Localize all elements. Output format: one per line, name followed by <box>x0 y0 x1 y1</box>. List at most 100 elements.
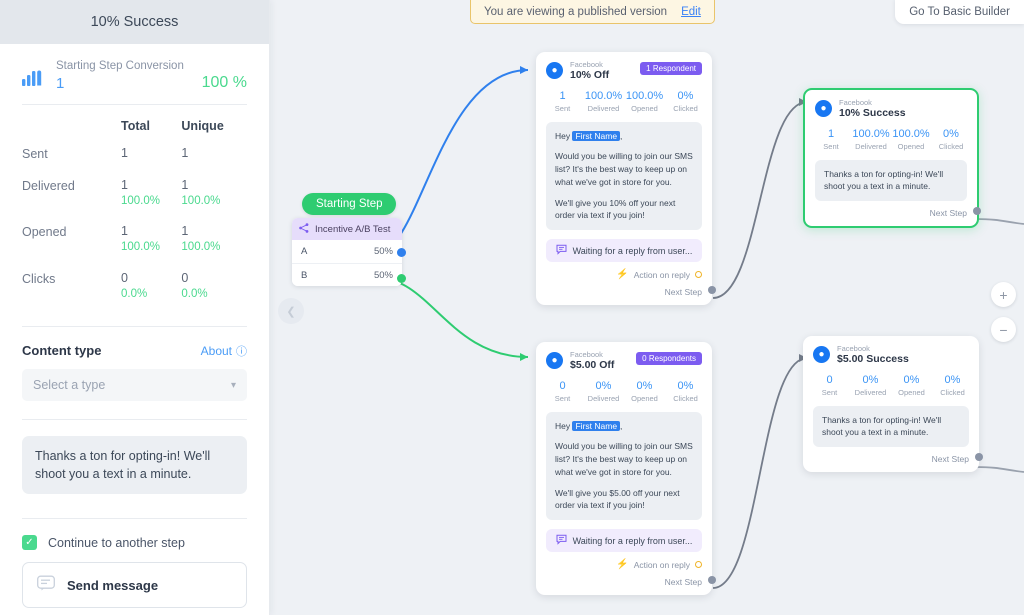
card-metrics: 0 Sent 0% Delivered 0% Opened 0% Clicked <box>536 375 712 406</box>
zoom-out-button[interactable]: − <box>991 317 1016 342</box>
waiting-text: Waiting for a reply from user... <box>572 535 693 546</box>
edit-link[interactable]: Edit <box>681 6 701 18</box>
flow-card-5-off[interactable]: ● Facebook $5.00 Off 0 Respondents 0 Sent 0% De… <box>536 342 716 596</box>
action-port[interactable] <box>695 271 702 279</box>
card-channel: Facebook <box>837 344 870 353</box>
basic-builder-label: Go To Basic Builder <box>909 5 1010 18</box>
metric-value: 100.0% <box>584 89 623 102</box>
stat-name: Delivered <box>22 179 75 193</box>
stat-total: 0 0.0% <box>121 270 148 300</box>
metric-value: 0 <box>826 373 833 386</box>
next-step-row[interactable]: Next Step <box>803 447 979 472</box>
metric: 1 Sent <box>542 90 583 113</box>
action-on-reply-row[interactable]: ⚡ Action on reply <box>536 552 712 570</box>
ab-variant-row[interactable]: B 50% <box>292 263 402 286</box>
facebook-messenger-icon: ● <box>813 346 830 363</box>
message-lines-icon <box>37 575 55 596</box>
conversion-label: Starting Step Conversion <box>56 60 184 72</box>
go-to-basic-builder-button[interactable]: Go To Basic Builder <box>895 0 1024 24</box>
table-row: Delivered 1 100.0% 1 100.0% <box>22 177 247 223</box>
metric: 100.0% Delivered <box>583 90 624 113</box>
share-split-icon <box>299 220 309 238</box>
card-title: 10% Off <box>570 69 610 82</box>
message-body-2: We'll give you $5.00 off your next order… <box>555 487 680 511</box>
facebook-messenger-icon: ● <box>546 352 563 369</box>
ab-port-b[interactable] <box>397 274 406 283</box>
facebook-messenger-icon: ● <box>546 62 563 79</box>
ab-variant-label: A <box>301 246 308 257</box>
greeting-line: Hey First Name, <box>555 420 623 431</box>
zoom-controls[interactable]: + − <box>991 282 1016 352</box>
incentive-ab-test-node[interactable]: Incentive A/B Test A 50% B 50% <box>292 218 402 286</box>
facebook-messenger-icon: ● <box>815 100 832 117</box>
published-banner-text: You are viewing a published version <box>484 5 668 18</box>
metric-label: Delivered <box>587 103 620 113</box>
chevron-down-icon: ▾ <box>230 379 236 391</box>
metric-value: 0% <box>944 373 961 386</box>
table-row: Sent 1 1 <box>22 145 247 177</box>
waiting-for-reply-block: Waiting for a reply from user... <box>546 239 702 263</box>
content-type-select[interactable]: Select a type ▾ <box>22 369 247 402</box>
published-version-banner: You are viewing a published version Edit <box>470 0 715 24</box>
about-link-wrap[interactable]: About ⓘ <box>201 343 247 359</box>
col-total: Total <box>121 119 150 133</box>
flow-canvas[interactable]: You are viewing a published version Edit… <box>270 0 1024 615</box>
metric-value: 100.0% <box>892 127 930 140</box>
metric-value: 0% <box>903 373 920 386</box>
ab-variant-row[interactable]: A 50% <box>292 240 402 263</box>
message-preview-bubble: Thanks a ton for opting-in! We'll shoot … <box>22 436 247 495</box>
stat-total: 1 100.0% <box>121 178 161 207</box>
metric-value: 0% <box>636 379 653 392</box>
card-channel: Facebook <box>570 350 603 359</box>
metric-value: 100.0% <box>852 127 890 140</box>
card-metrics: 1 Sent 100.0% Delivered 100.0% Opened 0% Clicke… <box>805 123 977 154</box>
stat-name: Sent <box>22 147 48 161</box>
flow-card-10-success[interactable]: ● Facebook 10% Success 1 Sent 100.0% Delivered… <box>803 88 981 229</box>
flow-card-5-success[interactable]: ● Facebook $5.00 Success 0 Sent 0% Delivered 0%… <box>803 336 983 473</box>
metric-label: Sent <box>554 103 571 113</box>
card-title: 10% Success <box>839 107 906 120</box>
metric-label: Clicked <box>673 103 698 113</box>
metric-label: Sent <box>554 393 571 403</box>
table-row: Clicks 0 0.0% 0 0.0% <box>22 270 247 316</box>
send-message-card[interactable]: Send message <box>22 562 247 609</box>
starting-step-pill[interactable]: Starting Step <box>302 193 397 215</box>
zoom-in-button[interactable]: + <box>991 282 1016 307</box>
send-message-label: Send message <box>67 577 159 593</box>
action-port[interactable] <box>695 561 702 569</box>
continue-to-another-step-row[interactable]: ✓ Continue to another step <box>0 535 269 551</box>
ab-node-header: Incentive A/B Test <box>292 218 402 240</box>
help-circle-icon: ⓘ <box>236 346 247 359</box>
message-body-2: We'll give you 10% off your next order v… <box>555 197 676 221</box>
metric-label: Opened <box>631 103 658 113</box>
metric-value: 0% <box>862 373 879 386</box>
card-header: ● Facebook 10% Success <box>805 90 977 123</box>
chevron-left-icon: ❮ <box>286 305 296 318</box>
card-channel: Facebook <box>839 98 872 107</box>
metric-value: 0% <box>677 379 694 392</box>
starting-step-conversion-block: Starting Step Conversion 1 100 % <box>0 44 269 104</box>
next-step-label: Next Step <box>929 208 967 219</box>
metric: 100.0% Opened <box>624 90 665 113</box>
conversion-percent: 100 % <box>201 74 247 91</box>
card-message-bubble: Thanks a ton for opting-in! We'll shoot … <box>815 159 967 202</box>
next-step-label: Next Step <box>664 287 702 298</box>
metric-label: Clicked <box>938 141 964 151</box>
continue-checkbox[interactable]: ✓ <box>22 535 37 551</box>
metric: 0 Sent <box>809 374 850 397</box>
about-link[interactable]: About <box>201 344 232 358</box>
action-on-reply-row[interactable]: ⚡ Action on reply <box>536 262 712 280</box>
flow-card-10-off[interactable]: ● Facebook 10% Off 1 Respondent 1 Sent 100.0% D… <box>536 52 716 306</box>
waiting-for-reply-block: Waiting for a reply from user... <box>546 529 702 553</box>
next-step-row[interactable]: Next Step <box>536 570 712 595</box>
metric: 0% Opened <box>624 380 665 403</box>
next-step-row[interactable]: Next Step <box>536 280 712 305</box>
ab-port-a[interactable] <box>397 248 406 257</box>
metric: 100.0% Delivered <box>851 128 891 151</box>
metric-label: Sent <box>821 387 838 397</box>
collapse-sidebar-button[interactable]: ❮ <box>278 298 304 324</box>
ab-variant-percent: 50% <box>373 269 393 281</box>
content-type-label: Content type <box>22 343 102 359</box>
card-metrics: 0 Sent 0% Delivered 0% Opened 0% Clicked <box>803 369 979 400</box>
next-step-row[interactable]: Next Step <box>805 201 977 226</box>
